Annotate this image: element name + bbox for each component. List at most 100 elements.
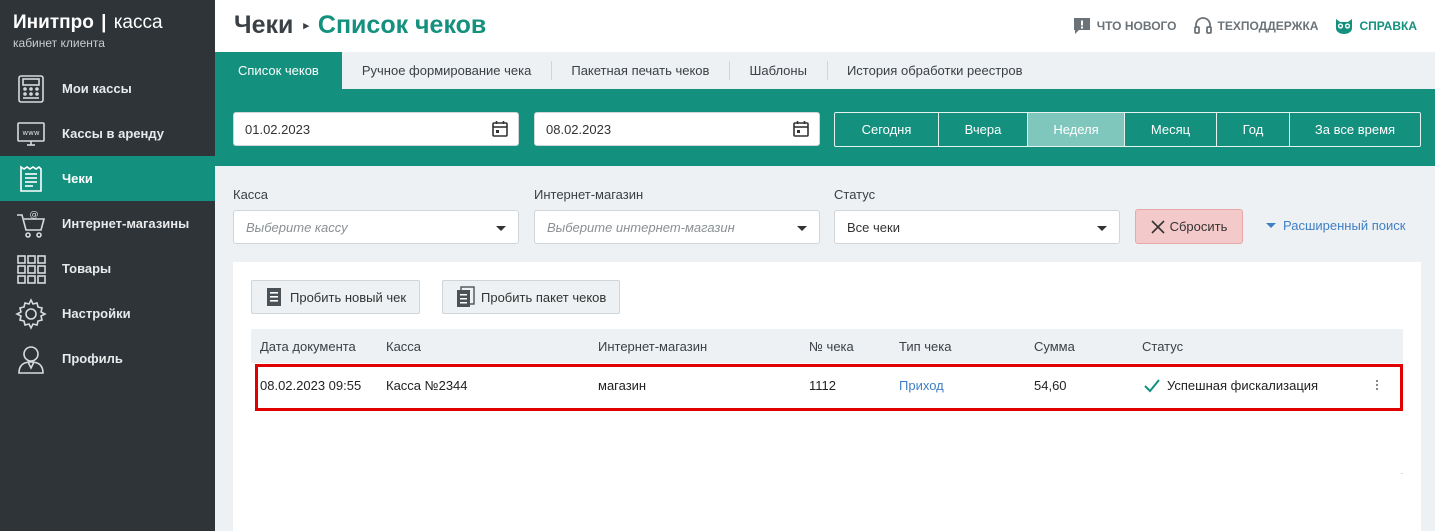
tab-checks-list[interactable]: Список чеков <box>215 52 342 89</box>
column-header-number[interactable]: № чека <box>809 339 854 354</box>
tab-manual-check[interactable]: Ручное формирование чека <box>342 52 552 89</box>
breadcrumb: Чеки ▸ Список чеков <box>234 11 486 40</box>
receipt-icon <box>267 288 281 306</box>
column-header-date[interactable]: Дата документа <box>260 339 356 354</box>
table-row[interactable]: 08.02.2023 09:55 Касса №2344 магазин 111… <box>255 364 1403 411</box>
whats-new-link[interactable]: ЧТО НОВОГО <box>1072 16 1177 36</box>
shop-filter-label: Интернет-магазин <box>534 187 644 202</box>
period-today-button[interactable]: Сегодня <box>835 113 938 146</box>
column-header-shop[interactable]: Интернет-магазин <box>598 339 707 354</box>
sidebar-item-label: Настройки <box>62 306 131 321</box>
close-icon <box>1151 219 1165 234</box>
check-icon <box>1144 378 1160 392</box>
grid-icon <box>13 251 49 287</box>
tab-registry-history[interactable]: История обработки реестров <box>826 52 1043 89</box>
sidebar-item-online-shops[interactable]: @ Интернет-магазины <box>0 201 215 246</box>
chevron-down-icon <box>797 226 807 231</box>
shop-select-placeholder: Выберите интернет-магазин <box>547 219 735 235</box>
period-week-button[interactable]: Неделя <box>1027 113 1124 146</box>
date-to-field[interactable]: 08.02.2023 <box>534 112 820 146</box>
page-header: Чеки ▸ Список чеков ЧТО НОВОГО ТЕХПОДДЕР… <box>215 0 1435 52</box>
reset-button-label: Сбросить <box>1169 219 1228 234</box>
caret-down-icon <box>1266 223 1276 228</box>
sidebar: Инитпро | касса кабинет клиента Мои касс… <box>0 0 215 531</box>
date-to-value: 08.02.2023 <box>546 121 612 137</box>
chevron-down-icon <box>496 226 506 231</box>
sidebar-item-settings[interactable]: Настройки <box>0 291 215 336</box>
brand-separator: | <box>101 12 107 33</box>
period-selector: Сегодня Вчера Неделя Месяц Год За все вр… <box>834 112 1421 147</box>
receipt-stack-icon <box>457 286 475 307</box>
brand-subtitle: кабинет клиента <box>13 36 105 50</box>
user-icon <box>13 341 49 377</box>
new-check-button[interactable]: Пробить новый чек <box>251 280 421 314</box>
sidebar-item-profile[interactable]: Профиль <box>0 336 215 381</box>
kassa-filter-label: Касса <box>233 187 269 202</box>
help-link[interactable]: СПРАВКА <box>1334 16 1417 36</box>
period-month-button[interactable]: Месяц <box>1124 113 1216 146</box>
sidebar-item-label: Товары <box>62 261 112 276</box>
svg-text:www: www <box>22 129 39 137</box>
brand-product: касса <box>113 12 163 33</box>
support-link[interactable]: ТЕХПОДДЕРЖКА <box>1193 16 1319 36</box>
column-header-status[interactable]: Статус <box>1142 339 1183 354</box>
sidebar-item-rent-registers[interactable]: www Кассы в аренду <box>0 111 215 156</box>
brand-name: Инитпро <box>13 12 94 33</box>
tab-batch-print[interactable]: Пакетная печать чеков <box>551 52 729 89</box>
owl-icon <box>1336 19 1353 34</box>
cell-status: Успешная фискализация <box>1144 378 1318 393</box>
cell-type-link[interactable]: Приход <box>899 378 944 393</box>
checks-panel: Пробить новый чек Пробить пакет чеков Да… <box>233 262 1421 531</box>
support-label: ТЕХПОДДЕРЖКА <box>1217 19 1319 33</box>
status-select-value: Все чеки <box>847 219 900 235</box>
batch-check-label: Пробить пакет чеков <box>481 289 607 305</box>
shop-select[interactable]: Выберите интернет-магазин <box>534 210 820 244</box>
receipt-icon <box>13 161 49 197</box>
row-menu-icon[interactable] <box>1376 378 1378 392</box>
page-title: Список чеков <box>317 11 487 39</box>
brand[interactable]: Инитпро | касса кабинет клиента <box>0 0 215 66</box>
status-text: Успешная фискализация <box>1167 378 1319 393</box>
cell-kassa: Касса №2344 <box>386 378 468 393</box>
advanced-search-label: Расширенный поиск <box>1283 218 1406 233</box>
period-year-button[interactable]: Год <box>1216 113 1289 146</box>
shopping-cart-icon: @ <box>13 206 49 242</box>
column-header-sum[interactable]: Сумма <box>1034 339 1075 354</box>
date-from-value: 01.02.2023 <box>245 121 311 137</box>
advanced-search-link[interactable]: Расширенный поиск <box>1266 218 1405 233</box>
column-header-type[interactable]: Тип чека <box>899 339 952 354</box>
status-select[interactable]: Все чеки <box>834 210 1120 244</box>
sidebar-item-label: Кассы в аренду <box>62 126 164 141</box>
chevron-down-icon <box>1097 226 1107 231</box>
date-filter-bar: 01.02.2023 08.02.2023 Сегодня Вчера Неде… <box>215 89 1435 166</box>
calendar-icon[interactable] <box>792 120 810 138</box>
whats-new-label: ЧТО НОВОГО <box>1096 19 1177 33</box>
sidebar-item-checks[interactable]: Чеки <box>0 156 215 201</box>
table-header: Дата документа Касса Интернет-магазин № … <box>251 329 1403 363</box>
gear-icon <box>13 296 49 332</box>
calendar-icon[interactable] <box>491 120 509 138</box>
divider <box>1401 473 1403 474</box>
cell-sum: 54,60 <box>1034 378 1067 393</box>
kassa-select[interactable]: Выберите кассу <box>233 210 519 244</box>
www-monitor-icon: www <box>13 116 49 152</box>
tab-templates[interactable]: Шаблоны <box>729 52 827 89</box>
header-links: ЧТО НОВОГО ТЕХПОДДЕРЖКА СПРАВКА <box>1072 16 1417 36</box>
sidebar-item-my-registers[interactable]: Мои кассы <box>0 66 215 111</box>
help-label: СПРАВКА <box>1359 19 1417 33</box>
tabs-bar: Список чеков Ручное формирование чека Па… <box>215 52 1435 89</box>
breadcrumb-arrow-icon: ▸ <box>303 20 309 32</box>
cell-number: 1112 <box>809 378 836 393</box>
status-filter-label: Статус <box>834 187 876 202</box>
period-yesterday-button[interactable]: Вчера <box>938 113 1027 146</box>
sidebar-item-products[interactable]: Товары <box>0 246 215 291</box>
period-all-time-button[interactable]: За все время <box>1289 113 1420 146</box>
column-header-kassa[interactable]: Касса <box>386 339 421 354</box>
headset-icon <box>1193 17 1212 34</box>
kassa-select-placeholder: Выберите кассу <box>246 219 348 235</box>
sidebar-item-label: Чеки <box>62 171 93 186</box>
date-from-field[interactable]: 01.02.2023 <box>233 112 519 146</box>
batch-check-button[interactable]: Пробить пакет чеков <box>442 280 621 314</box>
breadcrumb-root[interactable]: Чеки <box>234 11 293 40</box>
reset-button[interactable]: Сбросить <box>1135 209 1243 244</box>
